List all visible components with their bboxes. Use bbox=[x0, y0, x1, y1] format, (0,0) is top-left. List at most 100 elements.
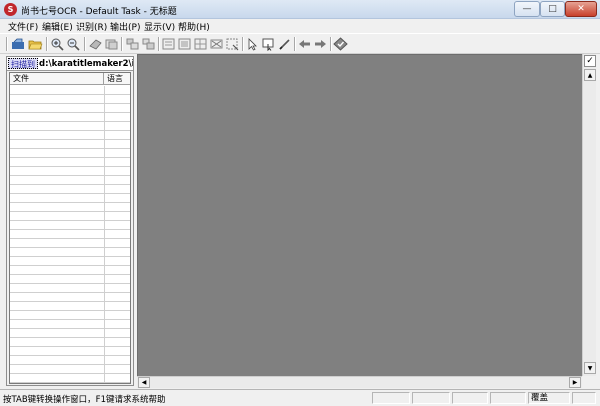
menu-help[interactable]: 帮助(H) bbox=[178, 20, 210, 33]
scroll-right-button[interactable]: ▶ bbox=[569, 377, 581, 388]
zoom-out-icon[interactable] bbox=[66, 37, 81, 51]
column-divider bbox=[104, 374, 105, 382]
status-cell bbox=[412, 392, 450, 404]
vertical-scrollbar[interactable]: ✓ ▲ ▼ bbox=[582, 54, 596, 376]
table-row[interactable] bbox=[10, 176, 130, 185]
toolbar bbox=[0, 33, 600, 54]
column-divider bbox=[104, 140, 105, 148]
status-bar: 按TAB键转换操作窗口，F1键请求系统帮助 覆盖 bbox=[0, 389, 600, 406]
status-cell bbox=[452, 392, 488, 404]
column-divider bbox=[104, 320, 105, 328]
close-button[interactable]: ✕ bbox=[565, 1, 597, 17]
pointer-icon[interactable] bbox=[245, 37, 260, 51]
app-icon[interactable]: S bbox=[4, 3, 17, 16]
layout-a-icon[interactable] bbox=[125, 37, 140, 51]
column-divider bbox=[104, 104, 105, 112]
table-row[interactable] bbox=[10, 95, 130, 104]
forward-arrow-icon[interactable] bbox=[313, 37, 328, 51]
scan-path-field[interactable]: d:\karatitlemaker2\ima bbox=[39, 58, 133, 70]
maximize-button[interactable]: □ bbox=[540, 1, 565, 17]
table-row[interactable] bbox=[10, 113, 130, 122]
scan-to-button[interactable]: 扫描到 bbox=[8, 58, 38, 69]
table-row[interactable] bbox=[10, 356, 130, 365]
table-row[interactable] bbox=[10, 86, 130, 95]
layout-b-icon[interactable] bbox=[141, 37, 156, 51]
table-row[interactable] bbox=[10, 230, 130, 239]
image-canvas[interactable] bbox=[137, 54, 582, 376]
table-row[interactable] bbox=[10, 329, 130, 338]
menu-recognize[interactable]: 识别(R) bbox=[76, 20, 107, 33]
table-row[interactable] bbox=[10, 122, 130, 131]
table-row[interactable] bbox=[10, 293, 130, 302]
file-list[interactable]: 文件 语言 bbox=[9, 72, 131, 384]
table-row[interactable] bbox=[10, 158, 130, 167]
column-header-language[interactable]: 语言 bbox=[104, 73, 130, 85]
table-row[interactable] bbox=[10, 302, 130, 311]
column-divider bbox=[104, 302, 105, 310]
region-b-icon[interactable] bbox=[177, 37, 192, 51]
table-row[interactable] bbox=[10, 194, 130, 203]
pen-icon[interactable] bbox=[277, 37, 292, 51]
menu-edit[interactable]: 编辑(E) bbox=[42, 20, 73, 33]
column-divider bbox=[104, 95, 105, 103]
column-header-file[interactable]: 文件 bbox=[10, 73, 104, 85]
table-row[interactable] bbox=[10, 374, 130, 383]
table-row[interactable] bbox=[10, 266, 130, 275]
column-divider bbox=[104, 203, 105, 211]
back-arrow-icon[interactable] bbox=[297, 37, 312, 51]
table-row[interactable] bbox=[10, 248, 130, 257]
scroll-down-button[interactable]: ▼ bbox=[584, 362, 596, 374]
table-row[interactable] bbox=[10, 275, 130, 284]
table-row[interactable] bbox=[10, 284, 130, 293]
erase-icon[interactable] bbox=[88, 37, 103, 51]
toolbar-separator bbox=[158, 37, 160, 51]
scroll-up-button[interactable]: ▲ bbox=[584, 69, 596, 81]
recognize-icon[interactable] bbox=[333, 37, 348, 51]
scroll-left-button[interactable]: ◀ bbox=[138, 377, 150, 388]
toolbar-separator bbox=[121, 37, 123, 51]
table-row[interactable] bbox=[10, 149, 130, 158]
menu-file[interactable]: 文件(F) bbox=[8, 20, 38, 33]
table-row[interactable] bbox=[10, 203, 130, 212]
table-row[interactable] bbox=[10, 311, 130, 320]
table-row[interactable] bbox=[10, 221, 130, 230]
table-row[interactable] bbox=[10, 320, 130, 329]
column-divider bbox=[104, 338, 105, 346]
table-row[interactable] bbox=[10, 167, 130, 176]
column-divider bbox=[104, 212, 105, 220]
copy-image-icon[interactable] bbox=[104, 37, 119, 51]
menu-output[interactable]: 输出(P) bbox=[110, 20, 140, 33]
open-scan-icon[interactable] bbox=[11, 37, 26, 51]
check-toggle[interactable]: ✓ bbox=[584, 55, 596, 67]
column-divider bbox=[104, 266, 105, 274]
column-divider bbox=[104, 293, 105, 301]
region-d-icon[interactable] bbox=[209, 37, 224, 51]
table-row[interactable] bbox=[10, 239, 130, 248]
open-folder-icon[interactable] bbox=[28, 37, 43, 51]
scan-path-row: 扫描到 d:\karatitlemaker2\ima bbox=[7, 57, 133, 71]
region-e-icon[interactable] bbox=[225, 37, 240, 51]
region-c-icon[interactable] bbox=[193, 37, 208, 51]
title-bar[interactable]: S 尚书七号OCR - Default Task - 无标题 — □ ✕ bbox=[0, 0, 600, 19]
table-row[interactable] bbox=[10, 347, 130, 356]
table-row[interactable] bbox=[10, 212, 130, 221]
column-divider bbox=[104, 86, 105, 94]
zoom-in-icon[interactable] bbox=[50, 37, 65, 51]
column-divider bbox=[104, 365, 105, 373]
menu-view[interactable]: 显示(V) bbox=[144, 20, 175, 33]
status-cell bbox=[490, 392, 526, 404]
table-row[interactable] bbox=[10, 338, 130, 347]
minimize-button[interactable]: — bbox=[514, 1, 540, 17]
table-row[interactable] bbox=[10, 131, 130, 140]
column-divider bbox=[104, 284, 105, 292]
table-row[interactable] bbox=[10, 140, 130, 149]
column-divider bbox=[104, 113, 105, 121]
table-row[interactable] bbox=[10, 365, 130, 374]
table-row[interactable] bbox=[10, 104, 130, 113]
select-region-icon[interactable] bbox=[261, 37, 276, 52]
horizontal-scrollbar[interactable]: ◀ ▶ bbox=[137, 376, 582, 388]
table-row[interactable] bbox=[10, 257, 130, 266]
column-divider bbox=[104, 230, 105, 238]
table-row[interactable] bbox=[10, 185, 130, 194]
region-a-icon[interactable] bbox=[161, 37, 176, 51]
